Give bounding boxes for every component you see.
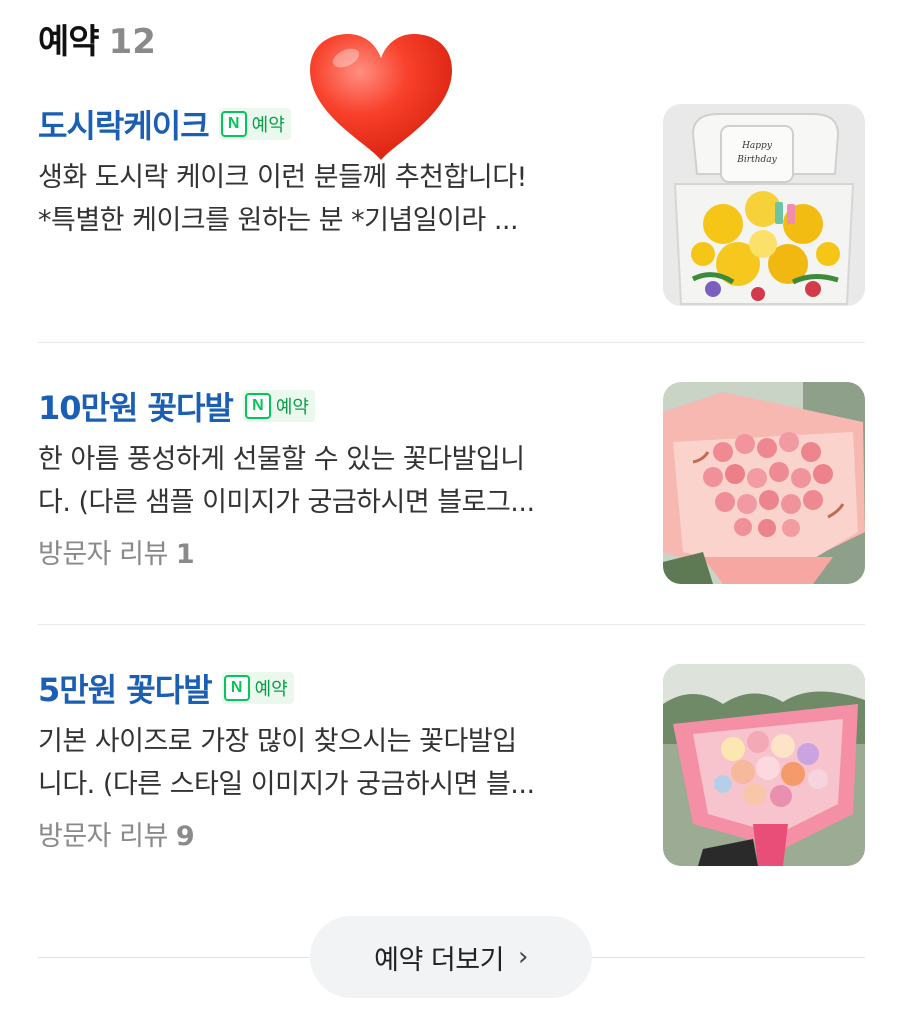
naver-n-icon: N [220,111,247,137]
svg-text:Birthday: Birthday [736,155,777,165]
chevron-right-icon: › [517,942,528,972]
item-thumbnail[interactable] [663,664,865,866]
section-count: 12 [108,22,156,62]
badge-label: 예약 [251,115,285,136]
desc-line: 기본 사이즈로 가장 많이 찾으시는 꽃다발입 [38,726,517,757]
mixed-bouquet-image [663,664,865,866]
desc-line: 다. (다른 샘플 이미지가 궁금하시면 블로그... [38,487,535,518]
review-label: 방문자 리뷰 [38,821,168,852]
divider [38,342,865,343]
review-count: 9 [175,821,195,852]
item-name[interactable]: 도시락케이크 [38,101,210,147]
divider [38,624,865,625]
section-title: 예약 [38,22,100,62]
item-name[interactable]: 10만원 꽃다발 [38,383,234,429]
pink-bouquet-image [663,382,865,584]
desc-line: *특별한 케이크를 원하는 분 *기념일이라 ... [38,205,519,236]
review-count: 1 [175,539,195,570]
item-thumbnail[interactable]: Happy Birthday [663,104,865,306]
cake-box-image: Happy Birthday [663,104,865,306]
naver-n-icon: N [244,393,271,419]
desc-line: 한 아름 풍성하게 선물할 수 있는 꽃다발입니 [38,444,525,475]
more-label: 예약 더보기 [374,944,504,976]
item-description: 한 아름 풍성하게 선물할 수 있는 꽃다발입니 다. (다른 샘플 이미지가 … [38,438,628,524]
reservation-badge: N 예약 [221,672,294,704]
naver-n-icon: N [223,675,250,701]
badge-label: 예약 [275,397,309,418]
reservation-badge: N 예약 [218,108,291,140]
item-description: 생화 도시락 케이크 이런 분들께 추천합니다! *특별한 케이크를 원하는 분… [38,156,628,242]
item-thumbnail[interactable] [663,382,865,584]
item-name[interactable]: 5만원 꽃다발 [38,665,213,711]
more-section: 예약 더보기 › [38,916,865,998]
item-description: 기본 사이즈로 가장 많이 찾으시는 꽃다발입 니다. (다른 스타일 이미지가… [38,720,628,806]
desc-line: 생화 도시락 케이크 이런 분들께 추천합니다! [38,162,527,193]
more-reservations-button[interactable]: 예약 더보기 › [310,916,592,998]
section-header: 예약 12 [38,14,156,64]
review-label: 방문자 리뷰 [38,539,168,570]
reservation-badge: N 예약 [242,390,315,422]
thumb-text: Happy [741,141,773,151]
desc-line: 니다. (다른 스타일 이미지가 궁금하시면 블... [38,769,535,800]
badge-label: 예약 [254,679,288,700]
